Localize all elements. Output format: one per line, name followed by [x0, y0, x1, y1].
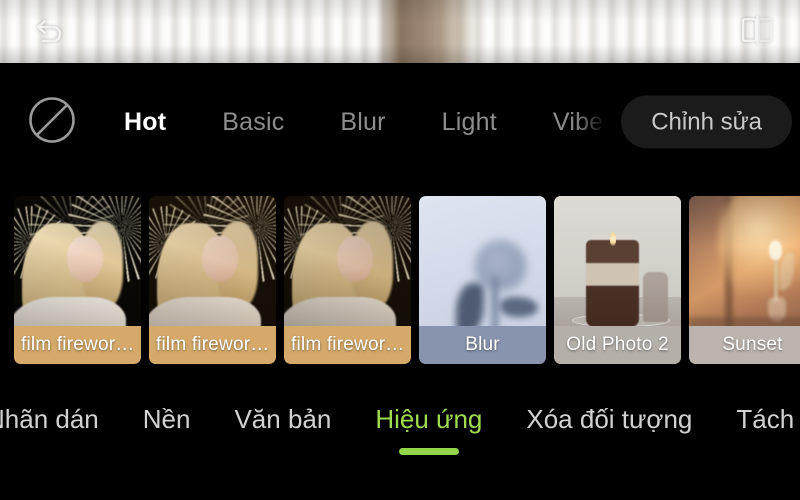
filter-thumbnail[interactable]: film firewor… [284, 196, 411, 364]
compare-split-icon [740, 15, 774, 45]
thumbnail-label: Blur [419, 326, 546, 364]
filter-thumbnail[interactable]: film firewor… [14, 196, 141, 364]
nav-item-label: Nhãn dán [0, 404, 99, 434]
nav-item-label: Tách nền [736, 404, 800, 434]
nav-item-background[interactable]: Nền [121, 403, 213, 436]
thumbnail-label: film firewor… [284, 326, 411, 364]
undo-arrow-icon [32, 16, 66, 44]
nav-item-label: Hiệu ứng [375, 404, 483, 434]
undo-button[interactable] [26, 8, 72, 52]
nav-item-text[interactable]: Văn bản [212, 403, 353, 436]
thumbnail-label: film firewor… [14, 326, 141, 364]
photo-preview[interactable] [0, 0, 800, 63]
filter-thumbnail[interactable]: Old Photo 2 [554, 196, 681, 364]
filter-category-row: Hot Basic Blur Light Vibe Chỉnh sửa [0, 63, 800, 181]
bottom-tool-nav: Nhãn dán Nền Văn bản Hiệu ứng Xóa đối tư… [0, 385, 800, 500]
nav-item-cutout[interactable]: Tách nền [714, 403, 800, 436]
filter-thumbnail-strip[interactable]: film firewor… film firewor… film firewor… [0, 196, 800, 372]
filter-thumbnail[interactable]: Blur [419, 196, 546, 364]
compare-button[interactable] [734, 8, 780, 52]
filter-tab-blur[interactable]: Blur [312, 109, 413, 135]
bottom-nav-scroller[interactable]: Nhãn dán Nền Văn bản Hiệu ứng Xóa đối tư… [0, 385, 800, 455]
thumbnail-label: Old Photo 2 [554, 326, 681, 364]
photo-editor-screen: Hot Basic Blur Light Vibe Chỉnh sửa film… [0, 0, 800, 500]
filter-tab-hot[interactable]: Hot [96, 109, 194, 135]
preview-vignette [0, 0, 800, 63]
thumbnail-label: Sunset [689, 326, 800, 364]
filter-tab-vibe[interactable]: Vibe [525, 109, 631, 135]
no-filter-button[interactable] [24, 94, 80, 150]
filter-thumbnail[interactable]: Sunset [689, 196, 800, 364]
filter-tab-basic[interactable]: Basic [194, 109, 312, 135]
no-filter-circle-slash-icon [26, 94, 78, 151]
nav-item-label: Văn bản [234, 404, 332, 434]
nav-item-label: Xóa đối tượng [526, 404, 693, 434]
active-tab-indicator [398, 447, 459, 455]
filter-thumbnail[interactable]: film firewor… [149, 196, 276, 364]
nav-item-effects[interactable]: Hiệu ứng [353, 403, 504, 455]
filters-panel: Hot Basic Blur Light Vibe Chỉnh sửa film… [0, 63, 800, 385]
nav-item-label: Nền [142, 404, 191, 434]
filter-tab-light[interactable]: Light [414, 109, 525, 135]
nav-item-stickers[interactable]: Nhãn dán [0, 403, 121, 436]
thumbnail-label: film firewor… [149, 326, 276, 364]
nav-item-remove-object[interactable]: Xóa đối tượng [504, 403, 714, 436]
edit-button[interactable]: Chỉnh sửa [621, 95, 792, 149]
